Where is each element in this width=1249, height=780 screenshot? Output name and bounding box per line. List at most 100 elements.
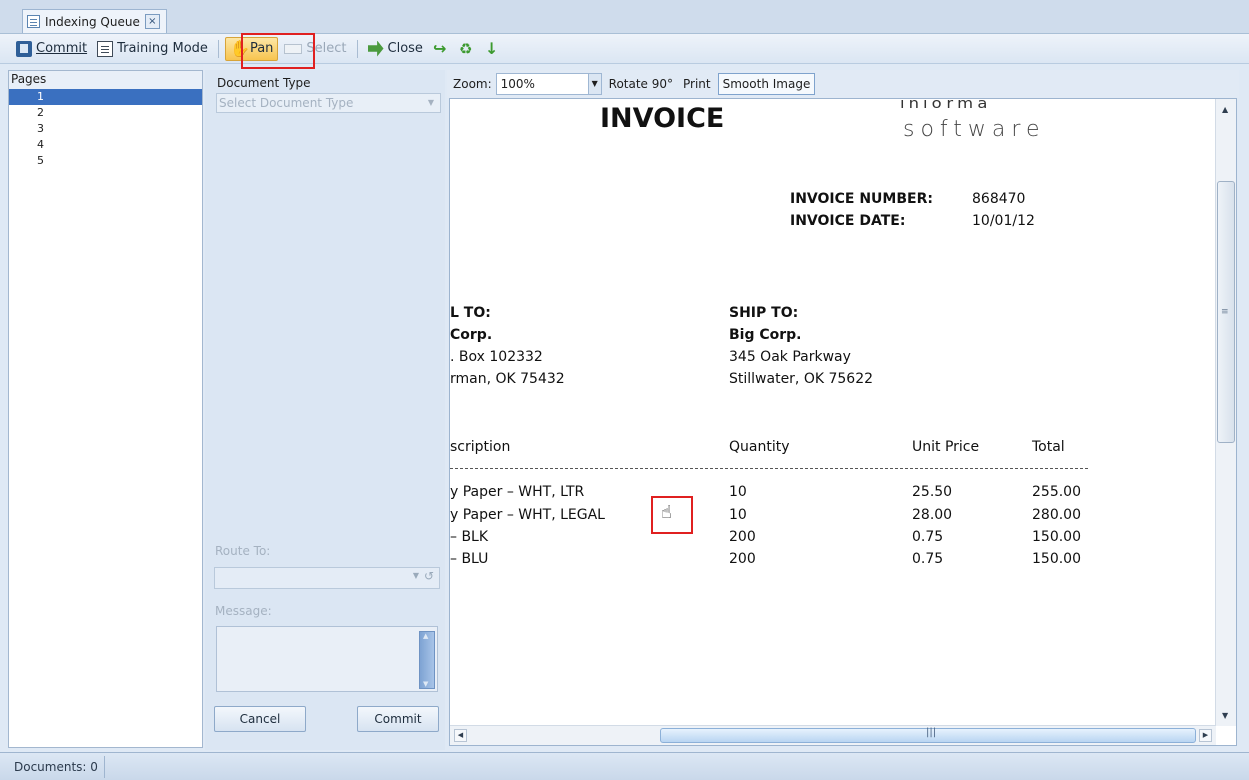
- message-scrollbar[interactable]: [419, 631, 435, 689]
- item-unit-price: 25.50: [912, 484, 953, 500]
- item-quantity: 10: [729, 507, 747, 523]
- logo-partial: ᵢₙᵢₒᵣₘₐ: [900, 99, 992, 115]
- close-label: Close: [387, 41, 423, 56]
- item-quantity: 10: [729, 484, 747, 500]
- toolbar-separator: [217, 39, 219, 58]
- item-description: – BLU: [450, 551, 489, 567]
- training-mode-button[interactable]: Training Mode: [93, 37, 212, 61]
- viewer-toolbar: Zoom: 100% ▼ Rotate 90° Print Smooth Ima…: [447, 70, 1239, 98]
- pan-button[interactable]: ✋ Pan: [224, 36, 279, 61]
- cancel-button[interactable]: Cancel: [214, 706, 306, 732]
- main-toolbar: Commit Training Mode ✋ Pan Select Close …: [0, 34, 1249, 64]
- zoom-select[interactable]: 100% ▼: [495, 73, 602, 95]
- item-description: – BLK: [450, 529, 489, 545]
- bill-to-line2: rman, OK 75432: [450, 371, 565, 387]
- move-down-button[interactable]: ↓: [481, 37, 505, 61]
- item-unit-price: 0.75: [912, 551, 944, 567]
- item-unit-price: 28.00: [912, 507, 953, 523]
- close-tab-icon[interactable]: ×: [144, 14, 160, 29]
- route-to-label: Route To:: [215, 544, 271, 558]
- item-total: 150.00: [1032, 551, 1081, 567]
- commit-toolbar-label: Commit: [36, 41, 88, 56]
- item-quantity: 200: [729, 529, 756, 545]
- ship-to-name: Big Corp.: [729, 327, 802, 343]
- rotate-button[interactable]: Rotate 90°: [606, 73, 676, 95]
- down-arrow-icon: ↓: [484, 38, 499, 58]
- item-total: 280.00: [1032, 507, 1081, 523]
- message-textarea[interactable]: [216, 626, 438, 692]
- scroll-grip-icon: ≡: [1221, 307, 1229, 317]
- scroll-left-icon[interactable]: ◀: [454, 729, 467, 742]
- column-header-unit-price: Unit Price: [912, 439, 980, 455]
- indexing-panel: Document Type Select Document Type ▼ Rou…: [205, 70, 445, 750]
- undo-icon[interactable]: ↺: [424, 569, 434, 583]
- ship-to-line1: 345 Oak Parkway: [729, 349, 851, 365]
- invoice-title: INVOICE: [600, 103, 725, 134]
- scroll-right-icon[interactable]: ▶: [1199, 729, 1212, 742]
- chevron-down-icon: ▼: [587, 74, 601, 94]
- toolbar-separator: [356, 39, 358, 58]
- commit-button[interactable]: Commit: [357, 706, 439, 732]
- select-button[interactable]: Select: [280, 37, 350, 61]
- invoice-page: ᵢₙᵢₒᵣₘₐ INVOICE software INVOICE NUMBER:…: [450, 99, 1216, 717]
- select-icon: [284, 43, 303, 54]
- redirect-arrow-icon: ↪: [432, 38, 447, 58]
- forward-button[interactable]: ↪: [429, 37, 453, 61]
- column-header-total: Total: [1032, 439, 1065, 455]
- page-item[interactable]: 1: [9, 89, 202, 105]
- page-item[interactable]: 3: [9, 121, 202, 137]
- commit-toolbar-button[interactable]: Commit: [12, 37, 91, 61]
- horizontal-scrollbar[interactable]: ◀ ||| ▶: [450, 725, 1216, 745]
- recycle-icon: ♻: [458, 39, 473, 58]
- route-to-select[interactable]: ▼ ↺: [214, 567, 440, 589]
- chevron-down-icon: ▼: [412, 571, 419, 580]
- vertical-scrollbar[interactable]: ▲ ≡ ▼: [1215, 99, 1236, 726]
- zoom-label: Zoom:: [453, 77, 492, 91]
- bill-to-label: L TO:: [450, 305, 491, 321]
- pages-panel: Pages 1 2 3 4 5: [8, 70, 203, 748]
- status-bar: Documents: 0: [0, 752, 1249, 780]
- pan-label: Pan: [249, 41, 274, 56]
- training-mode-icon: [97, 40, 114, 57]
- ship-to-line2: Stillwater, OK 75622: [729, 371, 874, 387]
- page-item[interactable]: 5: [9, 153, 202, 169]
- invoice-number-label: INVOICE NUMBER:: [790, 191, 933, 207]
- page-item[interactable]: 2: [9, 105, 202, 121]
- tab-title: Indexing Queue: [45, 14, 140, 29]
- horizontal-scroll-thumb[interactable]: |||: [660, 727, 1196, 743]
- smooth-image-toggle[interactable]: Smooth Image: [717, 73, 816, 95]
- column-header-description: scription: [450, 439, 511, 455]
- item-total: 255.00: [1032, 484, 1081, 500]
- commit-icon: [16, 40, 32, 57]
- tab-indexing-queue[interactable]: Indexing Queue ×: [22, 9, 167, 33]
- pan-cursor-highlight: ☝: [651, 496, 693, 534]
- close-arrow-icon: [367, 40, 384, 57]
- invoice-date-label: INVOICE DATE:: [790, 213, 906, 229]
- bill-to-name: Corp.: [450, 327, 493, 343]
- scroll-up-icon[interactable]: ▲: [1222, 105, 1228, 114]
- logo-text: software: [903, 117, 1046, 142]
- zoom-value: 100%: [500, 77, 535, 91]
- ship-to-label: SHIP TO:: [729, 305, 799, 321]
- pages-header: Pages: [9, 71, 202, 89]
- chevron-down-icon: ▼: [427, 98, 434, 107]
- document-type-select[interactable]: Select Document Type ▼: [216, 93, 441, 113]
- document-type-placeholder: Select Document Type: [219, 96, 354, 110]
- scroll-grip-icon: |||: [926, 727, 937, 738]
- table-divider: [450, 468, 1088, 469]
- scroll-down-icon[interactable]: ▼: [1222, 711, 1228, 720]
- document-list-icon: [27, 15, 40, 28]
- document-viewer[interactable]: ᵢₙᵢₒᵣₘₐ INVOICE software INVOICE NUMBER:…: [449, 98, 1237, 746]
- message-label: Message:: [215, 604, 272, 618]
- hand-icon: ✋: [229, 38, 250, 58]
- document-type-label: Document Type: [217, 76, 311, 90]
- print-button[interactable]: Print: [680, 73, 714, 95]
- recycle-button[interactable]: ♻: [455, 37, 479, 61]
- item-description: y Paper – WHT, LTR: [450, 484, 585, 500]
- documents-count: Documents: 0: [8, 756, 105, 778]
- item-quantity: 200: [729, 551, 756, 567]
- close-button[interactable]: Close: [364, 37, 427, 61]
- invoice-number-value: 868470: [972, 191, 1026, 207]
- column-header-quantity: Quantity: [729, 439, 790, 455]
- page-item[interactable]: 4: [9, 137, 202, 153]
